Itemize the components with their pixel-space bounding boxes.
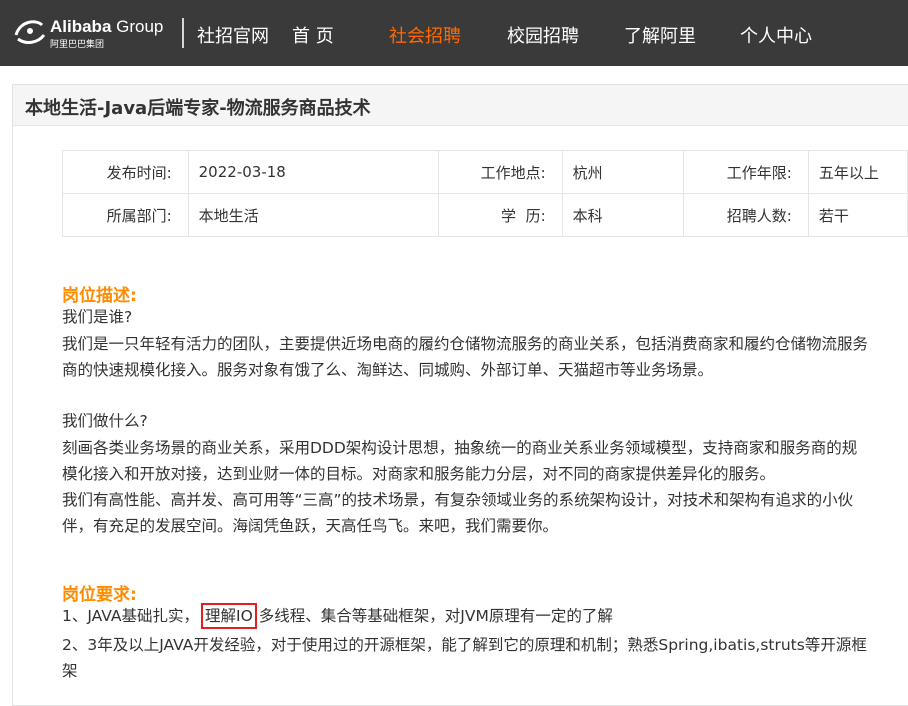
job-title: 本地生活-Java后端专家-物流服务商品技术 xyxy=(25,98,371,119)
job-requirements-heading: 岗位要求: xyxy=(62,585,137,605)
description-line: 我们是一只年轻有活力的团队，主要提供近场电商的履约仓储物流服务的商业关系，包括消… xyxy=(62,335,869,353)
publish-date-value: 2022-03-18 xyxy=(187,150,439,194)
work-years-value: 五年以上 xyxy=(807,150,908,194)
brand-name: Alibaba Group xyxy=(50,17,164,36)
department-value: 本地生活 xyxy=(187,193,439,237)
description-line: 我们有高性能、高并发、高可用等“三高”的技术场景，有复杂领域业务的系统架构设计，… xyxy=(62,491,854,509)
nav-home[interactable]: 首 页 xyxy=(292,22,334,48)
description-line: 伴，有充足的发展空间。海阔凭鱼跃，天高任鸟飞。来吧，我们需要你。 xyxy=(62,517,559,535)
requirement-item-2: 2、3年及以上JAVA开发经验，对于使用过的开源框架，能了解到它的原理和机制；熟… xyxy=(62,636,867,654)
job-title-bar: 本地生活-Java后端专家-物流服务商品技术 xyxy=(13,85,908,126)
nav-campus-recruitment[interactable]: 校园招聘 xyxy=(507,22,579,48)
requirement-text: 1、JAVA基础扎实， xyxy=(62,607,199,625)
top-navbar: Alibaba Group 阿里巴巴集团 社招官网 首 页 社会招聘 校园招聘 … xyxy=(0,0,908,66)
work-years-label: 工作年限: xyxy=(683,150,809,194)
nav-social-recruit-site[interactable]: 社招官网 xyxy=(197,22,269,48)
description-line: 模化接入和开放对接，达到业财一体的目标。对商家和服务能力分层，对不同的商家提供差… xyxy=(62,465,776,483)
requirement-item-1: 1、JAVA基础扎实， 理解IO 多线程、集合等基础框架，对JVM原理有一定的了解 xyxy=(62,603,613,629)
department-label: 所属部门: xyxy=(62,193,189,237)
brand-name-cn: 阿里巴巴集团 xyxy=(50,40,105,50)
requirement-text: 多线程、集合等基础框架，对JVM原理有一定的了解 xyxy=(258,607,613,625)
location-label: 工作地点: xyxy=(437,150,563,194)
requirement-item-2-cont: 架 xyxy=(62,662,78,680)
description-line: 刻画各类业务场景的商业关系，采用DDD架构设计思想，抽象统一的商业关系业务领域模… xyxy=(62,439,858,457)
headcount-label: 招聘人数: xyxy=(683,193,809,237)
alibaba-logo[interactable]: Alibaba Group 阿里巴巴集团 xyxy=(12,13,172,53)
nav-personal-center[interactable]: 个人中心 xyxy=(740,22,812,48)
description-line: 我们是谁? xyxy=(62,308,133,326)
description-line: 我们做什么? xyxy=(62,412,148,430)
headcount-value: 若干 xyxy=(807,193,908,237)
location-value: 杭州 xyxy=(561,150,685,194)
job-info-table: 发布时间: 2022-03-18 工作地点: 杭州 工作年限: 五年以上 所属部… xyxy=(62,150,908,237)
publish-date-label: 发布时间: xyxy=(62,150,189,194)
job-info-row: 所属部门: 本地生活 学 历: 本科 招聘人数: 若干 xyxy=(62,193,908,237)
nav-social-recruitment[interactable]: 社会招聘 xyxy=(389,22,461,48)
education-label: 学 历: xyxy=(437,193,563,237)
education-value: 本科 xyxy=(561,193,685,237)
job-description-heading: 岗位描述: xyxy=(62,286,137,306)
job-info-row: 发布时间: 2022-03-18 工作地点: 杭州 工作年限: 五年以上 xyxy=(62,150,908,194)
description-line: 商的快速规模化接入。服务对象有饿了么、淘鲜达、同城购、外部订单、天猫超市等业务场… xyxy=(62,361,714,379)
alibaba-smile-icon xyxy=(14,20,46,44)
nav-divider xyxy=(182,18,184,48)
nav-about-alibaba[interactable]: 了解阿里 xyxy=(624,22,696,48)
highlighted-text: 理解IO xyxy=(201,603,257,629)
